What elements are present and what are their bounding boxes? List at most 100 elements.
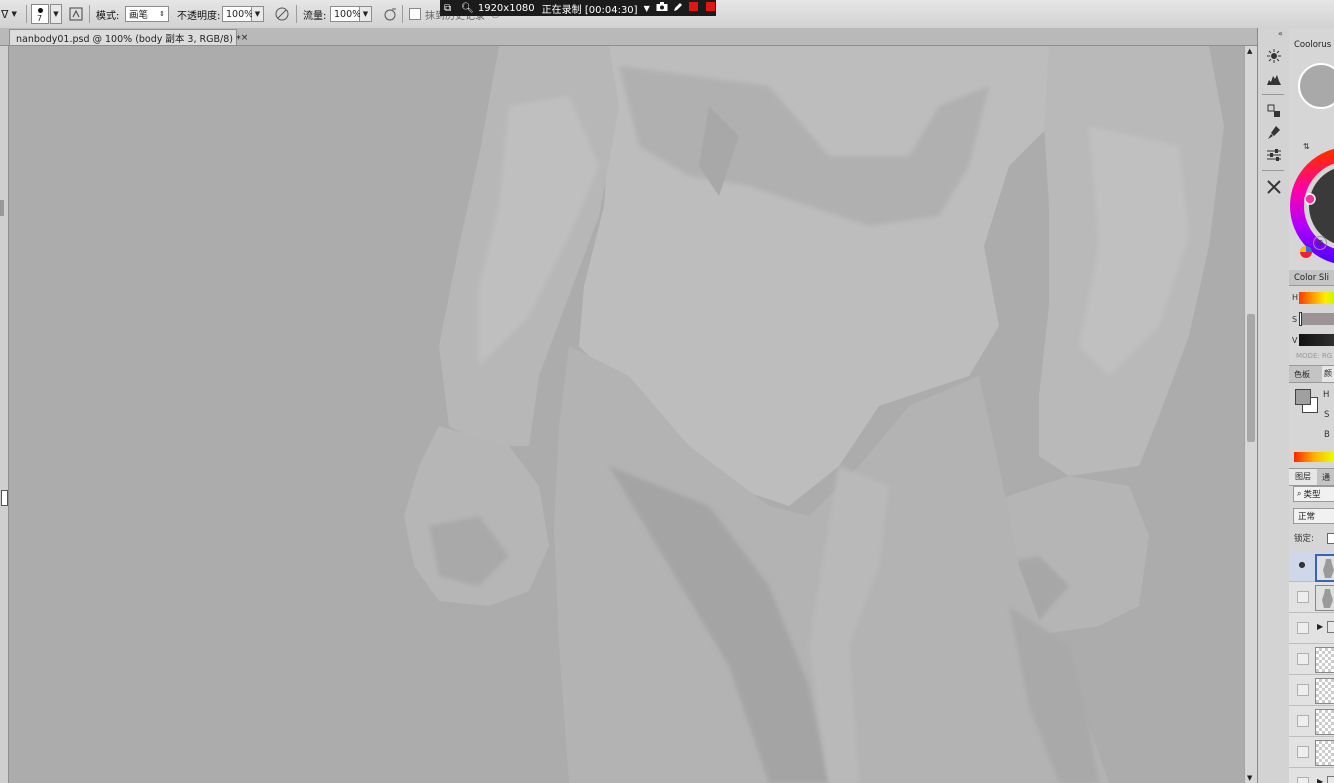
separator <box>296 5 297 23</box>
blend-mode-select[interactable]: 正常 <box>1293 508 1334 524</box>
layer-thumbnail <box>1315 709 1334 735</box>
flow-control[interactable]: 100% ▼ <box>330 0 372 28</box>
visibility-toggle[interactable] <box>1297 653 1309 665</box>
layer-filter-select[interactable]: ⌕ 类型 <box>1293 486 1334 502</box>
layer-row[interactable] <box>1289 582 1334 613</box>
layers-tab-bar: 图层 通 <box>1289 468 1334 486</box>
adjust-icon[interactable] <box>1265 146 1283 164</box>
scroll-down-icon[interactable]: ▼ <box>1247 774 1252 782</box>
layer-thumbnail <box>1315 554 1334 582</box>
visibility-toggle[interactable] <box>1297 746 1309 758</box>
figure-painting <box>9 46 1244 783</box>
vertical-scrollbar[interactable]: ▲ ▼ <box>1244 46 1257 783</box>
histogram-icon[interactable] <box>1265 70 1283 88</box>
layer-thumbnail <box>1315 678 1334 704</box>
tab-layers[interactable]: 图层 <box>1289 469 1317 485</box>
brush-panel-icon[interactable] <box>67 5 85 23</box>
chevron-down-icon[interactable]: ▼ <box>50 4 62 24</box>
tab-color[interactable]: 颜 <box>1322 366 1334 382</box>
restore-icon[interactable]: ⧉ <box>444 3 451 14</box>
stop-icon[interactable] <box>705 2 715 14</box>
layer-row[interactable] <box>1289 675 1334 706</box>
pause-icon[interactable] <box>688 2 698 14</box>
color-tab-bar: 色板 颜 <box>1289 365 1334 383</box>
coolorus-mode-icon[interactable]: ⊙ <box>1313 236 1327 250</box>
slider-handle[interactable] <box>1299 312 1302 326</box>
slider-label-s: S <box>1292 315 1298 324</box>
saturation-slider[interactable] <box>1299 312 1334 326</box>
brush-preset-icon[interactable] <box>1265 124 1283 142</box>
separator <box>402 5 403 23</box>
brightness-icon[interactable] <box>1265 47 1283 65</box>
recorder-resolution: 1920x1080 <box>477 2 535 14</box>
tool-marker <box>1 490 8 506</box>
opacity-control[interactable]: 100% ▼ <box>222 0 264 28</box>
coolorus-color-wheel[interactable]: ⇅ <box>1289 56 1334 271</box>
clone-source-icon[interactable] <box>1265 102 1283 120</box>
lock-transparency-icon[interactable] <box>1327 533 1334 544</box>
foreground-color-swatch-front <box>1295 389 1311 405</box>
updown-icon: ⇕ <box>159 10 165 18</box>
flow-value: 100% <box>334 8 362 20</box>
airbrush-icon[interactable] <box>381 5 399 23</box>
collapse-icon[interactable]: « <box>1278 29 1283 38</box>
visibility-toggle[interactable] <box>1297 622 1309 634</box>
scroll-up-icon[interactable]: ▲ <box>1247 47 1252 55</box>
expand-group-icon[interactable]: ▶ <box>1317 622 1323 631</box>
panel-scroll-thumb[interactable] <box>0 200 4 216</box>
zoom-icon[interactable]: 🔍︎ <box>461 3 474 14</box>
scrollbar-thumb[interactable] <box>1247 314 1255 442</box>
chevron-down-icon[interactable]: ▼ <box>360 6 372 22</box>
slider-label-v: V <box>1292 336 1298 345</box>
opacity-label: 不透明度: <box>177 10 221 22</box>
brush-size-picker[interactable]: 7 ▼ <box>31 0 62 28</box>
search-icon: ⌕ <box>1297 489 1302 498</box>
tab-swatches[interactable]: 色板 <box>1294 369 1310 380</box>
visibility-toggle[interactable] <box>1297 777 1309 783</box>
mode-select[interactable]: 画笔 ⇕ <box>125 0 169 28</box>
chevron-down-icon[interactable]: ▼ <box>252 6 264 22</box>
brush-size-value: 7 <box>37 14 43 23</box>
close-icon[interactable]: × <box>241 33 249 43</box>
document-tab-bar: nanbody01.psd @ 100% (body 副本 3, RGB/8) … <box>0 28 1258 46</box>
visibility-toggle[interactable] <box>1297 715 1309 727</box>
layer-row[interactable] <box>1289 644 1334 675</box>
color-ramp[interactable] <box>1294 452 1334 462</box>
layer-row[interactable]: ▶ <box>1289 768 1334 783</box>
opacity-input[interactable]: 100% <box>222 6 253 22</box>
pen-icon[interactable] <box>673 2 683 15</box>
brush-tip-icon <box>38 8 43 13</box>
document-tab[interactable]: nanbody01.psd @ 100% (body 副本 3, RGB/8) … <box>9 29 248 45</box>
document-title: nanbody01.psd @ 100% (body 副本 3, RGB/8) … <box>16 33 241 45</box>
coolorus-title: Coolorus <box>1289 37 1334 53</box>
expand-group-icon[interactable]: ▶ <box>1317 777 1323 783</box>
brush-preview: 7 <box>31 4 49 24</box>
layer-row[interactable]: ▶ <box>1289 613 1334 644</box>
hue-slider[interactable] <box>1299 292 1334 304</box>
eye-icon[interactable]: ● <box>1297 560 1307 570</box>
pressure-opacity-icon[interactable] <box>273 5 291 23</box>
layer-thumbnail <box>1315 647 1334 673</box>
recorder-status: 正在录制 [00:04:30] <box>541 4 638 16</box>
tool-preset-picker[interactable]: ᐁ ▼ <box>0 0 17 28</box>
layer-row[interactable] <box>1289 706 1334 737</box>
layer-filter-value: 类型 <box>1303 490 1321 500</box>
value-slider[interactable] <box>1299 334 1334 346</box>
layer-row[interactable]: ● <box>1289 551 1334 582</box>
camera-icon[interactable] <box>656 2 668 14</box>
document-canvas[interactable] <box>9 46 1244 783</box>
visibility-toggle[interactable] <box>1297 684 1309 696</box>
screen-recorder-bar: ⧉ 🔍︎ 1920x1080 正在录制 [00:04:30] ▼ <box>440 0 716 16</box>
brush-panel-toggle[interactable] <box>67 0 85 28</box>
erase-to-history-checkbox[interactable] <box>409 8 421 20</box>
svg-text:⇅: ⇅ <box>1303 142 1310 151</box>
separator <box>26 5 27 23</box>
flow-input[interactable]: 100% <box>330 6 362 22</box>
panel-dock: « <box>1257 28 1290 783</box>
visibility-toggle[interactable] <box>1297 591 1309 603</box>
tab-channels[interactable]: 通 <box>1322 472 1330 483</box>
chevron-down-icon[interactable]: ▼ <box>644 4 650 13</box>
hsb-label-b: B <box>1324 430 1330 440</box>
tools-icon[interactable] <box>1265 178 1283 196</box>
layer-row[interactable] <box>1289 737 1334 768</box>
